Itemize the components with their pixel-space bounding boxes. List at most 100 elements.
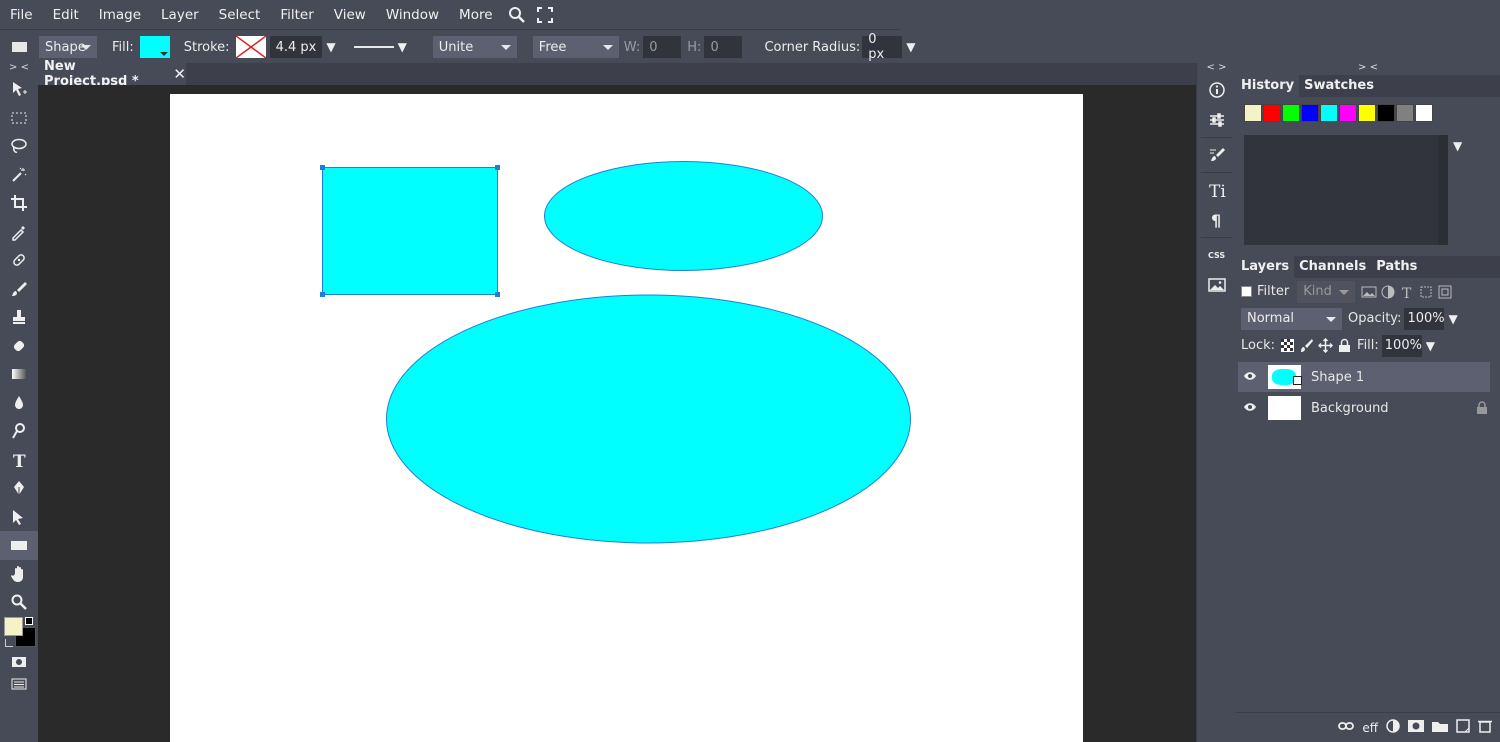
swatch-red[interactable] <box>1263 104 1281 122</box>
opacity-field[interactable]: 100% <box>1404 307 1445 330</box>
tab-layers[interactable]: Layers <box>1236 256 1295 278</box>
search-icon[interactable] <box>503 0 531 30</box>
menu-more[interactable]: More <box>449 0 502 30</box>
menu-layer[interactable]: Layer <box>151 0 209 30</box>
fullscreen-icon[interactable] <box>531 0 559 30</box>
crop-tool-icon[interactable] <box>0 189 38 218</box>
layer-mask-icon[interactable] <box>1408 720 1424 735</box>
color-swatches[interactable] <box>0 616 38 651</box>
layer-effects-button[interactable]: eff <box>1362 721 1378 735</box>
css-icon[interactable]: CSS <box>1197 240 1236 270</box>
history-menu-arrow[interactable]: ▼ <box>1453 139 1462 153</box>
dodge-tool-icon[interactable] <box>0 417 38 446</box>
history-scrollbar[interactable] <box>1438 135 1448 245</box>
filter-checkbox[interactable] <box>1241 286 1252 297</box>
blend-mode-dropdown[interactable]: Normal <box>1241 307 1342 330</box>
opacity-arrow[interactable]: ▼ <box>1448 312 1457 326</box>
paragraph-icon[interactable]: ¶ <box>1197 205 1236 235</box>
swatch-yellow[interactable] <box>1358 104 1376 122</box>
path-operation-dropdown[interactable]: Unite <box>432 36 517 58</box>
zoom-tool-icon[interactable] <box>0 588 38 617</box>
type-tool-icon[interactable]: T <box>0 446 38 475</box>
pen-tool-icon[interactable] <box>0 474 38 503</box>
healing-brush-icon[interactable] <box>0 246 38 275</box>
adjustments-icon[interactable] <box>1197 105 1236 135</box>
adjustment-layer-icon[interactable] <box>1386 719 1400 736</box>
new-group-icon[interactable] <box>1432 720 1448 735</box>
shape-mode-dropdown[interactable]: Shape <box>39 36 97 58</box>
canvas[interactable] <box>170 94 1083 742</box>
stamp-tool-icon[interactable] <box>0 303 38 332</box>
rectangle-tool-icon[interactable] <box>0 531 38 560</box>
character-icon[interactable]: Ti <box>1197 175 1236 205</box>
swatch-white[interactable] <box>1415 104 1433 122</box>
tab-swatches[interactable]: Swatches <box>1299 75 1379 97</box>
width-field[interactable]: 0 <box>643 36 682 58</box>
menu-select[interactable]: Select <box>209 0 271 30</box>
height-field[interactable]: 0 <box>704 36 743 58</box>
reset-colors-icon[interactable] <box>5 638 13 647</box>
layer-background[interactable]: Background <box>1238 393 1490 423</box>
foreground-color-swatch[interactable] <box>4 616 23 636</box>
corner-radius-field[interactable]: 0 px <box>862 32 903 62</box>
history-list[interactable] <box>1244 135 1444 245</box>
fill-arrow[interactable]: ▼ <box>1426 339 1435 353</box>
stroke-color-swatch[interactable] <box>235 36 266 58</box>
visibility-eye-icon[interactable] <box>1238 370 1262 385</box>
menu-file[interactable]: File <box>0 0 43 30</box>
svg-text:CSS: CSS <box>1208 251 1225 260</box>
tab-paths[interactable]: Paths <box>1371 256 1422 278</box>
menu-view[interactable]: View <box>324 0 376 30</box>
gradient-tool-icon[interactable] <box>0 360 38 389</box>
swatch-green[interactable] <box>1282 104 1300 122</box>
visibility-eye-icon[interactable] <box>1238 401 1262 416</box>
tab-channels[interactable]: Channels <box>1294 256 1371 278</box>
lock-icons[interactable] <box>1280 338 1352 353</box>
image-icon[interactable] <box>1197 270 1236 300</box>
quick-mask-icon[interactable] <box>0 651 38 673</box>
swap-colors-icon[interactable] <box>25 616 33 625</box>
magic-wand-icon[interactable] <box>0 161 38 190</box>
delete-layer-icon[interactable] <box>1478 719 1492 736</box>
info-icon[interactable] <box>1197 75 1236 105</box>
brush-settings-icon[interactable] <box>1197 140 1236 170</box>
hand-tool-icon[interactable] <box>0 560 38 589</box>
move-tool-icon[interactable] <box>0 75 38 104</box>
swatch-black[interactable] <box>1377 104 1395 122</box>
swatch-gray[interactable] <box>1396 104 1414 122</box>
fill-field[interactable]: 100% <box>1381 334 1422 357</box>
eraser-tool-icon[interactable] <box>0 332 38 361</box>
path-selection-icon[interactable] <box>0 503 38 532</box>
document-tab[interactable]: New Project.psd * ✕ <box>38 59 186 89</box>
tab-history[interactable]: History <box>1236 75 1300 97</box>
stroke-width-field[interactable]: 4.4 px <box>269 36 323 58</box>
eyedropper-icon[interactable] <box>0 218 38 247</box>
lasso-tool-icon[interactable] <box>0 132 38 161</box>
screen-mode-icon[interactable] <box>0 673 38 695</box>
swatch-cream[interactable] <box>1244 104 1262 122</box>
blur-tool-icon[interactable] <box>0 389 38 418</box>
right-collapse-toggle[interactable]: > < <box>1236 63 1500 75</box>
stroke-width-arrow[interactable]: ▼ <box>326 40 335 54</box>
kind-dropdown[interactable]: Kind <box>1297 280 1356 303</box>
link-layers-icon[interactable] <box>1338 720 1355 735</box>
menu-window[interactable]: Window <box>376 0 449 30</box>
swatch-magenta[interactable] <box>1339 104 1357 122</box>
close-tab-icon[interactable]: ✕ <box>173 65 186 83</box>
collapse-toggle[interactable]: > < <box>0 63 38 75</box>
fill-color-swatch[interactable] <box>139 36 170 58</box>
layer-shape-1[interactable]: Shape 1 <box>1238 362 1490 392</box>
swatch-blue[interactable] <box>1301 104 1319 122</box>
marquee-tool-icon[interactable] <box>0 104 38 133</box>
menu-image[interactable]: Image <box>89 0 151 30</box>
menu-filter[interactable]: Filter <box>270 0 323 30</box>
brush-tool-icon[interactable] <box>0 275 38 304</box>
new-layer-icon[interactable] <box>1456 719 1470 736</box>
side-collapse-toggle[interactable]: < > <box>1197 63 1236 75</box>
swatch-cyan[interactable] <box>1320 104 1338 122</box>
menu-edit[interactable]: Edit <box>43 0 89 30</box>
corner-radius-arrow[interactable]: ▼ <box>906 40 915 54</box>
stroke-style-dropdown[interactable]: ▼ <box>353 40 407 54</box>
filter-type-icons[interactable]: T <box>1361 285 1453 299</box>
constraint-dropdown[interactable]: Free <box>532 36 619 58</box>
